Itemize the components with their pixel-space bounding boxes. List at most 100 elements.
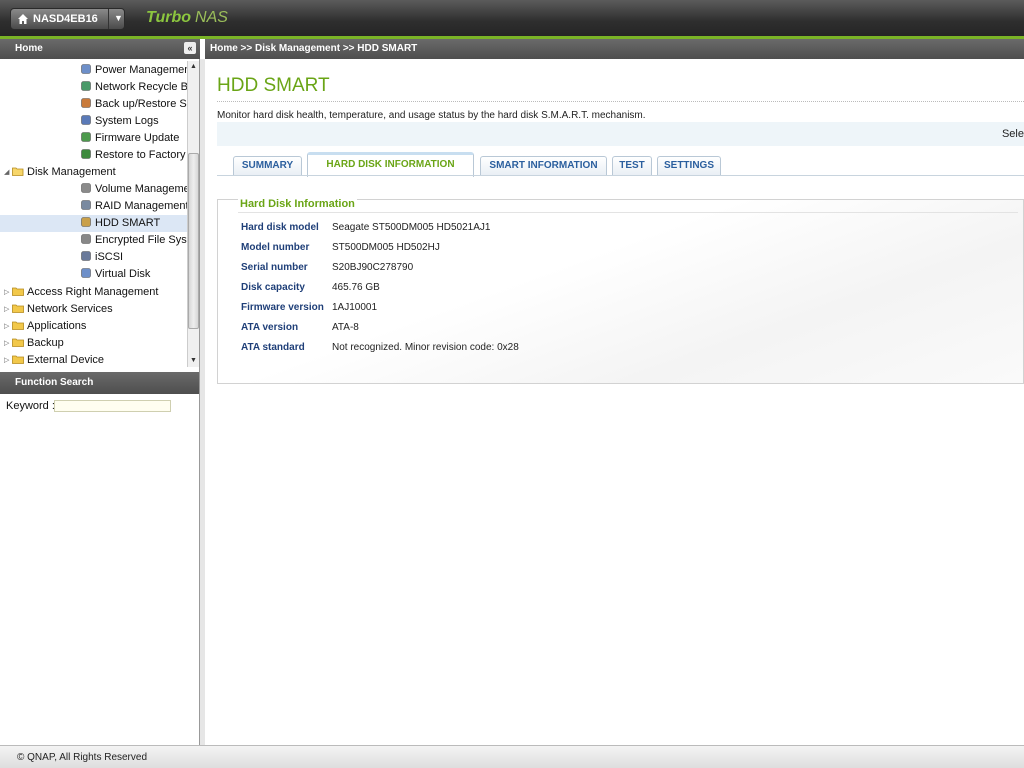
sidebar-item-label: Access Right Management [27,286,159,298]
volume-icon [80,182,92,194]
sidebar-item[interactable]: HDD SMART [0,215,187,232]
sidebar-item[interactable]: Restore to Factory Default [0,147,187,164]
info-row-value: Seagate ST500DM005 HD5021AJ1 [332,222,491,233]
info-row-label: Firmware version [241,302,324,313]
hdd-smart-icon [80,216,92,228]
brand-logo: Turbo NAS [146,9,228,26]
virtual-disk-icon [80,267,92,279]
folder-icon [12,336,24,348]
keyword-input[interactable] [54,400,171,412]
sidebar-item[interactable]: Network Recycle Bin [0,79,187,96]
sidebar-scrollbar[interactable]: ▲ ▼ [187,61,199,367]
info-row-label: Serial number [241,262,308,273]
tab-hard-disk-information[interactable]: HARD DISK INFORMATION [307,152,474,177]
sidebar-item[interactable]: ▷ External Device [0,352,187,369]
top-bar: NASD4EB16 ▼ Turbo NAS [0,0,1024,39]
sidebar-item[interactable]: Firmware Update [0,130,187,147]
log-icon [80,114,92,126]
sidebar-item[interactable]: ◢ Disk Management [0,164,187,181]
folder-icon [12,319,24,331]
info-row-label: Hard disk model [241,222,319,233]
collapse-icon[interactable]: « [184,42,196,54]
nav-tree: Power Management Network Recycle Bin Back … [0,59,187,369]
sidebar-item[interactable]: Power Management [0,62,187,79]
expand-toggle-icon[interactable]: ◢ [4,164,12,181]
sidebar-header: Home « [0,39,200,59]
sidebar-item-label: RAID Management [95,200,187,212]
info-row-label: Disk capacity [241,282,305,293]
info-row-value: 465.76 GB [332,282,380,293]
page-description: Monitor hard disk health, temperature, a… [217,110,646,121]
folder-icon [12,285,24,297]
server-name: NASD4EB16 [33,13,98,25]
folder-icon [12,353,24,365]
sidebar-item-label: Encrypted File System [95,234,187,246]
tab-smart-information[interactable]: SMART INFORMATION [480,156,607,176]
sidebar-item-label: iSCSI [95,251,124,263]
expand-toggle-icon[interactable]: ▷ [4,284,12,301]
folder-open-icon [12,165,24,177]
sidebar-item-label: Firmware Update [95,132,180,144]
sidebar-item-label: Volume Management [95,183,187,195]
folder-icon [12,302,24,314]
tab-test[interactable]: TEST [612,156,652,176]
encrypt-icon [80,233,92,245]
server-menu-button[interactable]: NASD4EB16 ▼ [10,8,125,30]
sidebar-item[interactable]: ▷ Backup [0,335,187,352]
sidebar-item[interactable]: ▷ Access Right Management [0,284,187,301]
info-row-value: ATA-8 [332,322,359,333]
info-row-label: Model number [241,242,310,253]
sidebar-item[interactable]: System Logs [0,113,187,130]
sidebar-item-label: Network Services [27,303,113,315]
function-search-header: Function Search [0,372,199,394]
info-row-label: ATA standard [241,342,305,353]
footer: © QNAP, All Rights Reserved [0,745,1024,768]
page-title: HDD SMART [217,75,330,96]
sidebar-item-label: Virtual Disk [95,268,151,280]
expand-toggle-icon[interactable]: ▷ [4,318,12,335]
iscsi-icon [80,250,92,262]
select-label[interactable]: Sele [1002,128,1024,140]
tab-settings[interactable]: SETTINGS [657,156,721,176]
power-icon [80,63,92,75]
expand-toggle-icon[interactable]: ▷ [4,352,12,369]
raid-icon [80,199,92,211]
scroll-up-icon[interactable]: ▲ [188,61,199,73]
sidebar-item[interactable]: ▷ Applications [0,318,187,335]
select-bar: Sele [217,122,1024,146]
info-row-value: 1AJ10001 [332,302,378,313]
sidebar-item-label: Backup [27,337,64,349]
sidebar-item-label: Power Management [95,64,187,76]
sidebar-item[interactable]: RAID Management [0,198,187,215]
tab-summary[interactable]: SUMMARY [233,156,302,176]
main-content: HDD SMART Monitor hard disk health, temp… [205,59,1024,745]
copyright-text: © QNAP, All Rights Reserved [17,752,148,763]
sidebar-item[interactable]: Back up/Restore Settings [0,96,187,113]
info-heading: Hard Disk Information [238,198,357,210]
info-row-value: Not recognized. Minor revision code: 0x2… [332,342,519,353]
scroll-down-icon[interactable]: ▼ [188,355,199,367]
sidebar: Power Management Network Recycle Bin Back … [0,59,200,745]
sidebar-item-label: Applications [27,320,87,332]
sidebar-item-label: Network Recycle Bin [95,81,187,93]
sidebar-item[interactable]: ▷ Network Services [0,301,187,318]
sidebar-item[interactable]: Encrypted File System [0,232,187,249]
sidebar-item-label: HDD SMART [95,217,161,229]
sidebar-item-label: Disk Management [27,166,116,178]
sidebar-item-label: System Logs [95,115,159,127]
sidebar-item[interactable]: Volume Management [0,181,187,198]
recycle-icon [80,80,92,92]
chevron-down-icon[interactable]: ▼ [114,13,123,23]
sidebar-item[interactable]: iSCSI [0,249,187,266]
expand-toggle-icon[interactable]: ▷ [4,335,12,352]
info-row-label: ATA version [241,322,299,333]
factory-icon [80,148,92,160]
sidebar-header-title: Home [15,43,43,54]
sidebar-item-label: Restore to Factory Default [95,149,187,161]
backup-icon [80,97,92,109]
scroll-thumb[interactable] [188,153,199,329]
info-row-value: ST500DM005 HD502HJ [332,242,440,253]
hard-disk-info-panel: Hard Disk Information Hard disk model Sea… [217,198,1024,384]
expand-toggle-icon[interactable]: ▷ [4,301,12,318]
sidebar-item[interactable]: Virtual Disk [0,266,187,283]
